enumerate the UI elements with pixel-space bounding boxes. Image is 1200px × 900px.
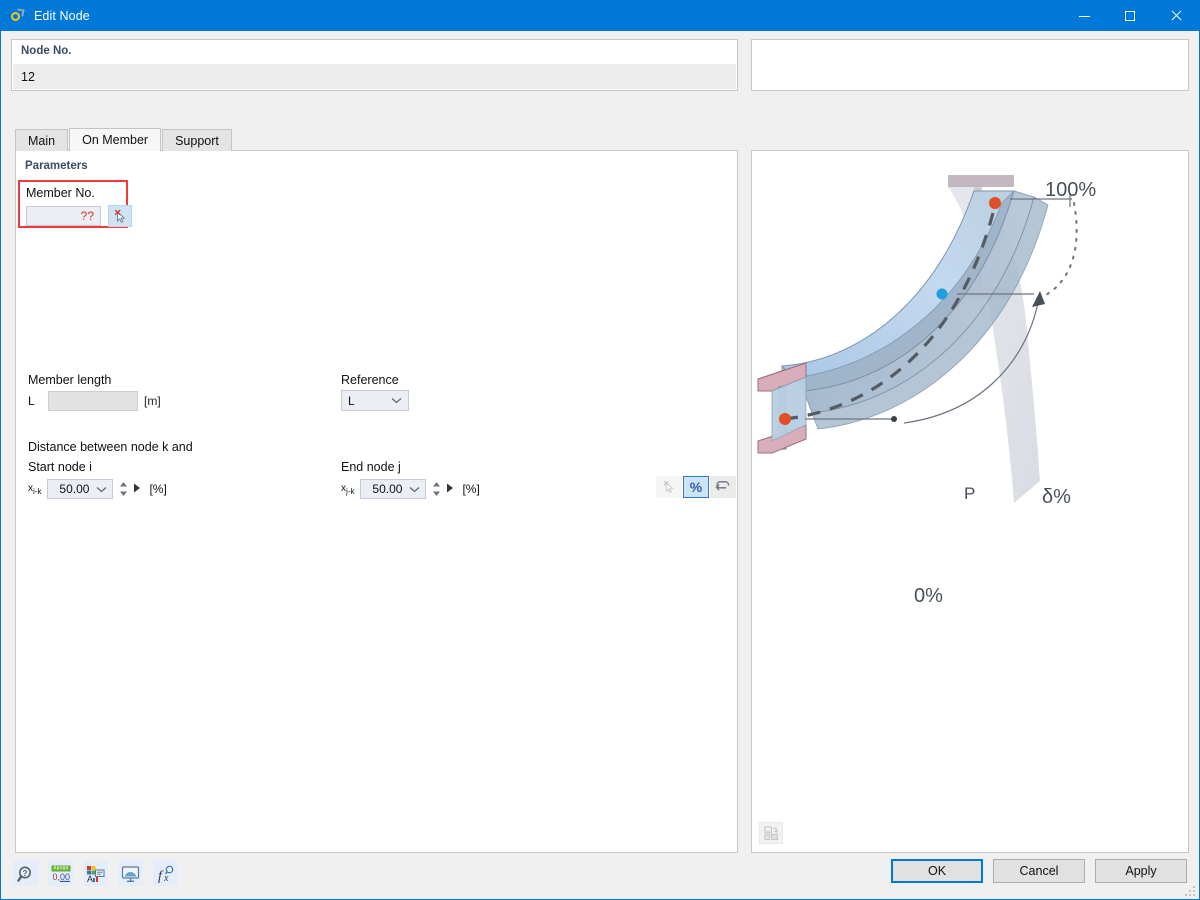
svg-text:?: ? bbox=[22, 869, 27, 878]
start-distance-apply-button[interactable] bbox=[133, 482, 141, 496]
label-0-percent: 0% bbox=[914, 585, 943, 607]
relative-percent-toggle[interactable]: % bbox=[683, 476, 709, 498]
svg-text:0,: 0, bbox=[52, 872, 60, 882]
dialog-buttons: OK Cancel Apply bbox=[881, 859, 1187, 883]
footer-bar: ? 0, 00 A f x OK Cancel Apply bbox=[1, 853, 1199, 899]
end-distance-apply-button[interactable] bbox=[446, 482, 454, 496]
footer-icon-group: ? 0, 00 A f x bbox=[13, 861, 188, 886]
edit-node-window: Edit Node Node No. 12 Main On Member Sup… bbox=[0, 0, 1200, 900]
reference-select[interactable]: L bbox=[341, 390, 409, 411]
member-length-symbol: L bbox=[28, 394, 35, 408]
window-content: Node No. 12 Main On Member Support Param… bbox=[1, 31, 1199, 853]
swap-arrow-icon bbox=[715, 480, 730, 490]
save-image-icon bbox=[763, 825, 778, 840]
save-image-button[interactable] bbox=[759, 822, 783, 844]
member-length-input bbox=[48, 391, 138, 411]
node-strip: Node No. 12 bbox=[1, 31, 1199, 93]
member-length-label: Member length bbox=[28, 373, 112, 387]
end-distance-unit: [%] bbox=[462, 482, 480, 496]
units-format-icon: A bbox=[87, 865, 105, 883]
units-format-button[interactable]: A bbox=[83, 861, 108, 886]
node-no-box: Node No. 12 bbox=[11, 39, 738, 91]
title-bar: Edit Node bbox=[1, 1, 1199, 31]
ok-button[interactable]: OK bbox=[891, 859, 983, 883]
help-search-icon: ? bbox=[16, 866, 31, 882]
parameters-group-title: Parameters bbox=[25, 160, 88, 172]
play-triangle-icon bbox=[447, 483, 454, 493]
end-distance-row: xj-k 50.00 [%] bbox=[341, 478, 480, 500]
swap-direction-toggle[interactable] bbox=[710, 476, 736, 498]
svg-text:00: 00 bbox=[60, 872, 70, 882]
end-distance-symbol: xj-k bbox=[341, 482, 355, 496]
start-distance-symbol: xi-k bbox=[28, 482, 42, 496]
start-distance-value: 50.00 bbox=[59, 482, 90, 496]
label-100-percent: 100% bbox=[1045, 179, 1097, 201]
diagram-panel: 100% 0% δ% P bbox=[751, 150, 1189, 853]
pick-cursor-icon bbox=[114, 209, 125, 223]
maximize-icon bbox=[1125, 11, 1135, 21]
end-distance-input[interactable]: 50.00 bbox=[360, 479, 427, 499]
start-distance-row: xi-k 50.00 [%] bbox=[28, 478, 167, 500]
end-distance-stepper[interactable] bbox=[430, 479, 442, 499]
resize-grip-icon[interactable] bbox=[1184, 885, 1196, 897]
decimal-places-button[interactable]: 0, 00 bbox=[48, 861, 73, 886]
cursor-icon bbox=[663, 480, 674, 493]
window-title: Edit Node bbox=[34, 9, 90, 23]
start-distance-unit: [%] bbox=[149, 482, 167, 496]
node-no-value-row[interactable]: 12 bbox=[13, 64, 736, 89]
close-button[interactable] bbox=[1153, 1, 1199, 31]
node-no-value: 12 bbox=[21, 69, 35, 84]
start-distance-input[interactable]: 50.00 bbox=[47, 479, 114, 499]
svg-text:x: x bbox=[163, 873, 169, 883]
start-distance-stepper[interactable] bbox=[117, 479, 129, 499]
display-properties-button[interactable] bbox=[118, 861, 143, 886]
end-distance-value: 50.00 bbox=[372, 482, 403, 496]
right-empty-panel bbox=[751, 39, 1189, 91]
minimize-icon bbox=[1078, 15, 1090, 17]
node-no-label: Node No. bbox=[21, 45, 72, 57]
distance-label: Distance between node k and bbox=[28, 440, 193, 454]
reference-value: L bbox=[348, 393, 355, 408]
chevron-down-icon bbox=[391, 398, 402, 404]
help-search-button[interactable]: ? bbox=[13, 861, 38, 886]
maximize-button[interactable] bbox=[1107, 1, 1153, 31]
parameters-panel: Parameters Member No. ?? Member length L… bbox=[15, 150, 738, 853]
apply-button[interactable]: Apply bbox=[1095, 859, 1187, 883]
end-node-label: End node j bbox=[341, 460, 401, 474]
svg-text:A: A bbox=[87, 874, 93, 883]
member-length-unit: [m] bbox=[144, 394, 161, 408]
stepper-arrows-icon bbox=[119, 482, 127, 496]
formula-button[interactable]: f x bbox=[153, 861, 178, 886]
play-triangle-icon bbox=[134, 483, 141, 493]
label-delta-percent: δ% bbox=[1042, 486, 1071, 508]
member-pick-button[interactable] bbox=[108, 205, 132, 227]
node-edit-icon bbox=[10, 8, 26, 24]
pick-graphically-toggle[interactable] bbox=[656, 476, 682, 498]
tab-support[interactable]: Support bbox=[162, 129, 232, 151]
tab-main[interactable]: Main bbox=[15, 129, 69, 151]
tab-on-member[interactable]: On Member bbox=[69, 128, 162, 151]
formula-icon: f x bbox=[158, 865, 174, 883]
cancel-button[interactable]: Cancel bbox=[993, 859, 1085, 883]
member-no-label: Member No. bbox=[26, 186, 95, 200]
tab-strip: Main On Member Support bbox=[15, 128, 233, 151]
start-node-label: Start node i bbox=[28, 460, 92, 474]
display-properties-icon bbox=[121, 865, 140, 882]
chevron-down-icon[interactable] bbox=[409, 486, 420, 493]
label-point-p: P bbox=[964, 484, 976, 503]
distance-mode-toggles: % bbox=[656, 476, 737, 498]
member-no-input[interactable]: ?? bbox=[26, 206, 101, 226]
chevron-down-icon[interactable] bbox=[96, 486, 107, 493]
decimal-places-icon: 0, 00 bbox=[51, 865, 70, 882]
close-icon bbox=[1170, 10, 1182, 22]
reference-label: Reference bbox=[341, 373, 399, 387]
minimize-button[interactable] bbox=[1061, 1, 1107, 31]
percent-icon: % bbox=[689, 479, 703, 495]
stepper-arrows-icon bbox=[432, 482, 440, 496]
